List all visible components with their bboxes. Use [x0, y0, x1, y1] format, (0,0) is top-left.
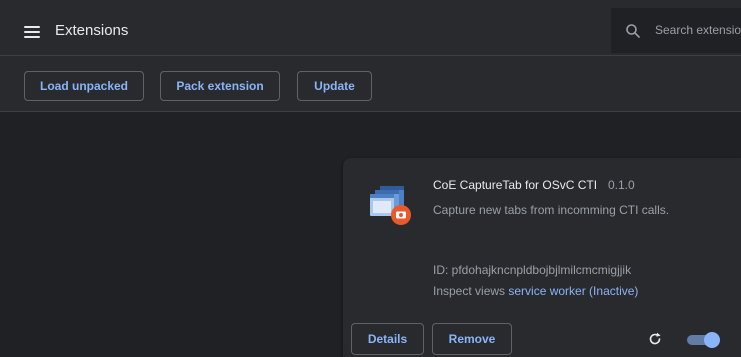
load-unpacked-button[interactable]: Load unpacked: [24, 71, 144, 101]
remove-button[interactable]: Remove: [432, 323, 512, 355]
extensions-page: Extensions Load unpacked Pack extension …: [0, 0, 741, 357]
inspect-views-label: Inspect views: [433, 284, 506, 298]
reload-icon[interactable]: [647, 331, 663, 347]
extension-description: Capture new tabs from incomming CTI call…: [433, 203, 670, 217]
inspect-views-row: Inspect views service worker (Inactive): [433, 284, 638, 298]
page-title: Extensions: [55, 22, 129, 39]
extension-version: 0.1.0: [608, 178, 635, 192]
toolbar: Load unpacked Pack extension Update: [0, 56, 741, 112]
hamburger-menu-icon[interactable]: [24, 26, 40, 38]
extension-name: CoE CaptureTab for OSvC CTI: [433, 178, 598, 192]
search-icon: [626, 24, 640, 38]
details-button[interactable]: Details: [351, 323, 424, 355]
capture-tab-icon: [370, 186, 411, 225]
service-worker-link[interactable]: service worker (Inactive): [508, 284, 638, 298]
update-button[interactable]: Update: [297, 71, 372, 101]
header-bar: Extensions: [0, 0, 741, 56]
search-input[interactable]: [655, 23, 741, 37]
toggle-knob: [704, 332, 720, 348]
extension-card: CoE CaptureTab for OSvC CTI 0.1.0 Captur…: [343, 158, 741, 357]
pack-extension-button[interactable]: Pack extension: [160, 71, 280, 101]
search-box[interactable]: [611, 8, 741, 53]
enable-toggle[interactable]: [687, 332, 720, 348]
extension-id: ID: pfdohajkncnpldbojbjlmilcmcmigjjik: [433, 263, 632, 277]
